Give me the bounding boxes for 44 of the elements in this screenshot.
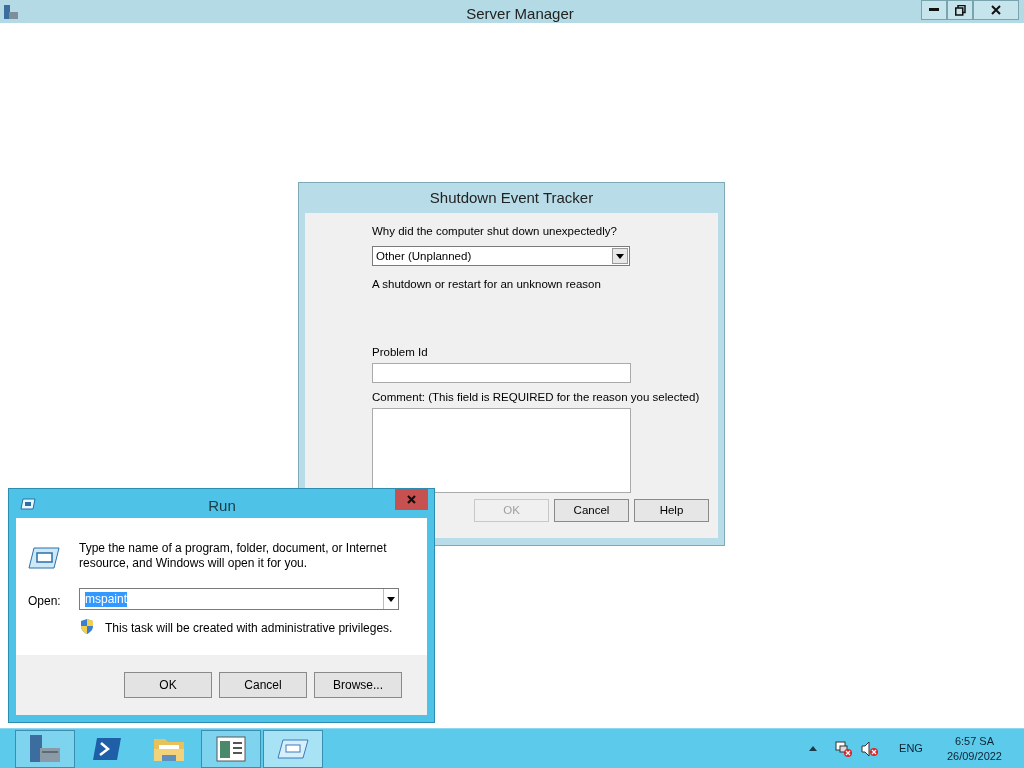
restore-icon [954,4,966,16]
clock-date[interactable]: 26/09/2022 [946,748,1002,764]
dropdown-arrow-icon [383,589,398,609]
shield-icon [80,619,94,634]
dialog-button[interactable]: OK [124,672,212,698]
close-button[interactable] [973,0,1019,20]
open-label: Open: [28,593,61,610]
server-manager-icon [3,3,19,20]
comment-label: Comment: (This field is REQUIRED for the reason you selected) [372,389,701,405]
clock-time[interactable]: 6:57 SA [954,733,995,749]
run-icon [28,547,60,569]
close-button[interactable] [395,489,428,510]
close-icon [991,5,1001,15]
run-message: Type the name of a program, folder, document, or Internet resource, and Windows will open it for you. [79,541,388,571]
dialog-button[interactable]: Browse... [314,672,402,698]
language-indicator[interactable]: ENG [899,740,923,757]
dialog-title: Run [207,496,237,516]
taskbar-button[interactable] [263,729,323,768]
reason-description: A shutdown or restart for an unknown reason [372,277,602,293]
server-icon [28,733,62,764]
reason-dropdown[interactable]: Other (Unplanned) [372,246,630,267]
problem-id-field[interactable] [372,362,631,383]
window-title: Server Manager [465,4,575,24]
speaker-muted-icon[interactable] [861,740,880,757]
document-window-icon [216,735,246,762]
comment-field[interactable] [372,408,631,493]
terminal-icon [92,735,122,762]
run-icon [277,737,309,760]
dialog-button[interactable]: Cancel [219,672,307,698]
network-error-icon[interactable] [835,740,854,757]
minimize-icon [929,8,939,12]
admin-note: This task will be created with administrative privileges. [105,620,393,637]
restore-button[interactable] [947,0,973,20]
caret-up-icon[interactable] [809,746,818,751]
dialog-title: Shutdown Event Tracker [428,187,595,208]
minimize-button[interactable] [921,0,947,20]
taskbar-button[interactable] [201,729,261,768]
question-label: Why did the computer shut down unexpectedly? [372,224,618,239]
dialog-button[interactable]: Cancel [554,499,629,522]
close-icon [407,495,416,504]
run-icon [20,497,36,510]
dialog-button[interactable]: Help [634,499,709,522]
problem-id-label: Problem Id [372,344,429,360]
taskbar-button[interactable] [15,729,75,768]
